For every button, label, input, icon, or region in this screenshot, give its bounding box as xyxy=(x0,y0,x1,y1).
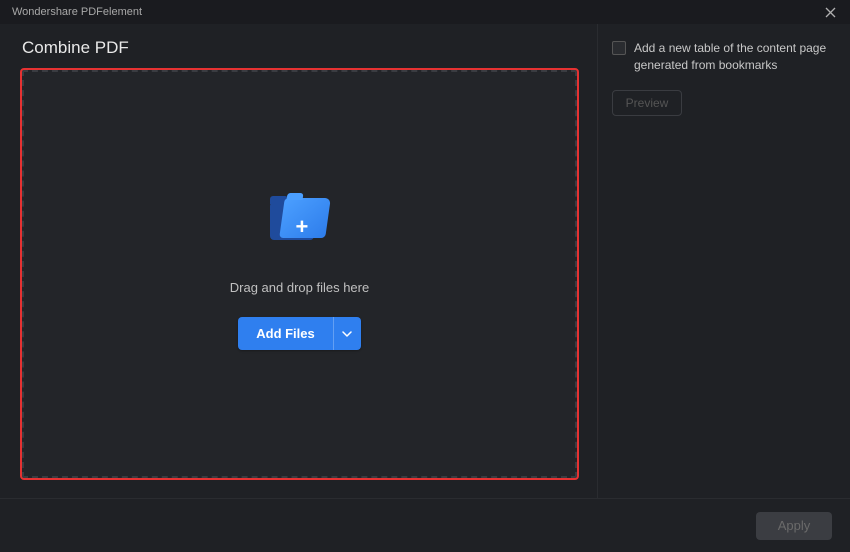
preview-button[interactable]: Preview xyxy=(612,90,682,116)
close-icon[interactable] xyxy=(820,2,840,22)
window-title: Wondershare PDFelement xyxy=(12,6,142,18)
content-area: Combine PDF + Drag and drop files here A… xyxy=(0,24,850,498)
chevron-down-icon xyxy=(342,331,352,337)
drop-area[interactable]: + Drag and drop files here Add Files xyxy=(22,70,577,478)
add-files-group: Add Files xyxy=(238,317,361,350)
folder-add-icon: + xyxy=(270,198,330,246)
main-panel: Combine PDF + Drag and drop files here A… xyxy=(0,24,598,498)
drop-hint-text: Drag and drop files here xyxy=(230,280,369,295)
title-bar: Wondershare PDFelement xyxy=(0,0,850,24)
add-files-dropdown[interactable] xyxy=(333,317,361,350)
footer: Apply xyxy=(0,498,850,552)
side-panel: Add a new table of the content page gene… xyxy=(598,24,850,498)
page-title: Combine PDF xyxy=(22,38,577,58)
apply-button[interactable]: Apply xyxy=(756,512,832,540)
add-files-button[interactable]: Add Files xyxy=(238,317,333,350)
toc-checkbox-row: Add a new table of the content page gene… xyxy=(612,40,832,74)
toc-checkbox[interactable] xyxy=(612,41,626,55)
toc-checkbox-label: Add a new table of the content page gene… xyxy=(634,40,832,74)
